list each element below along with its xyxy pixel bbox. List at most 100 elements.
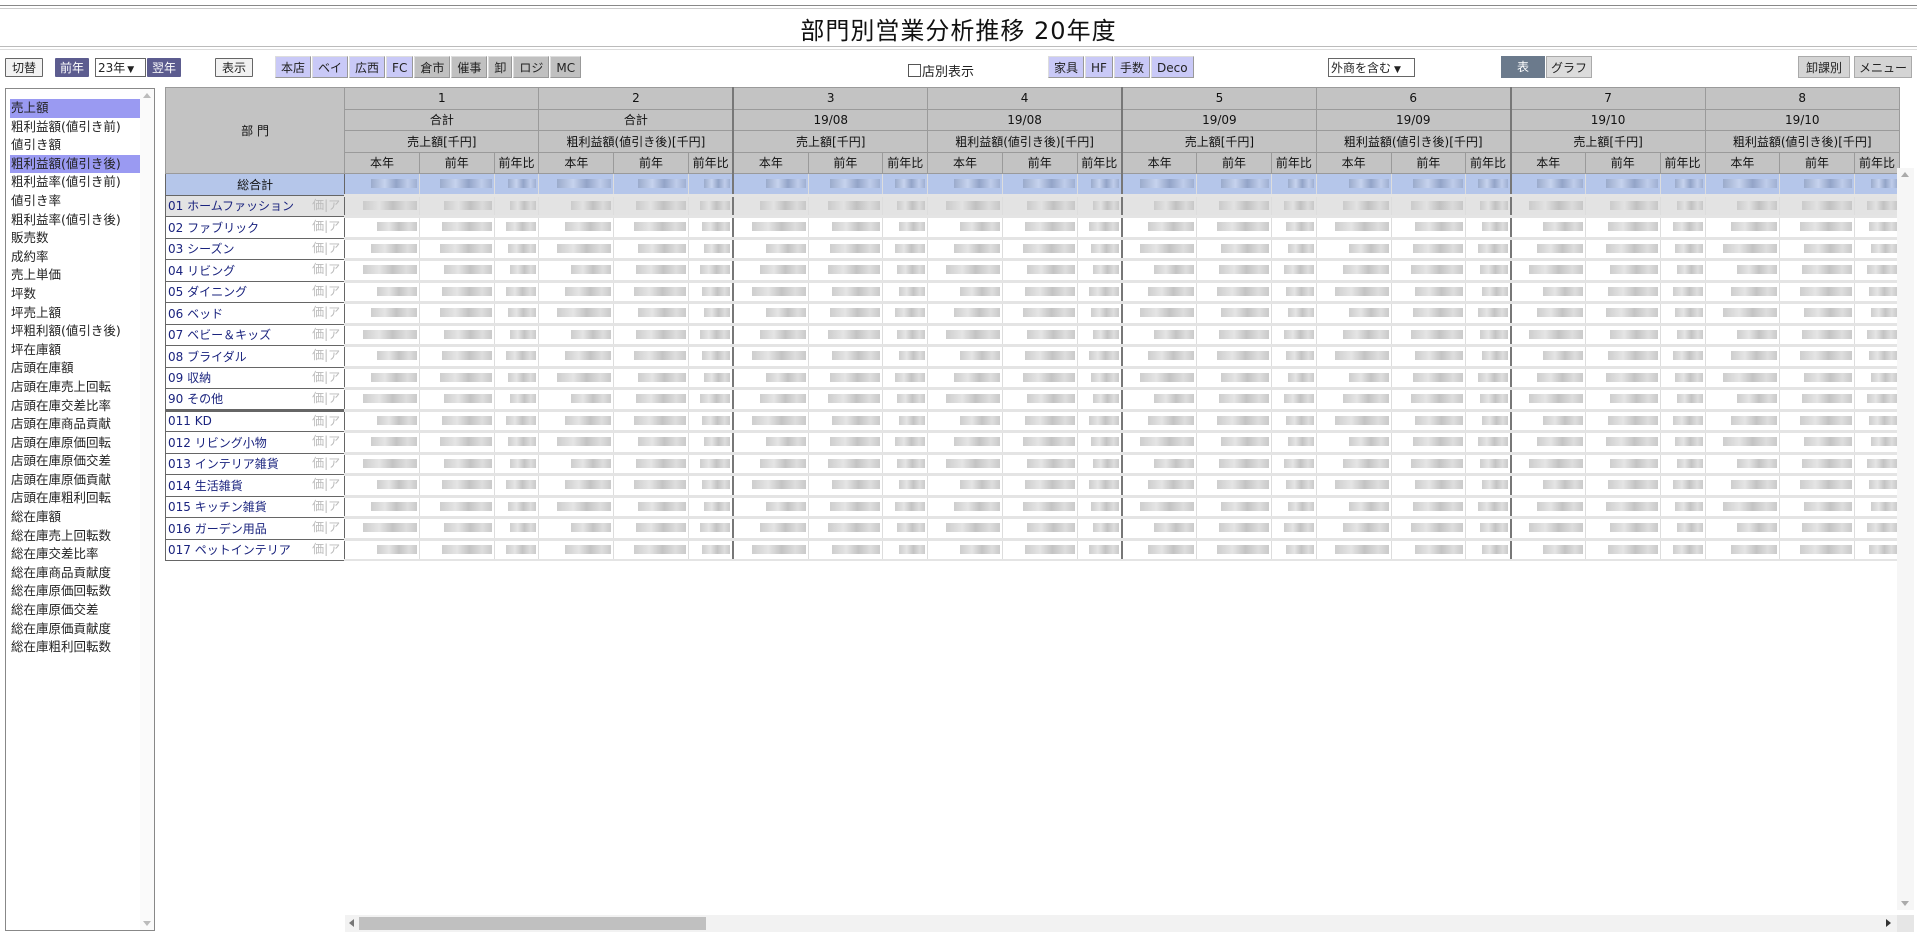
department-name[interactable]: 011 KD [168, 414, 212, 428]
metric-item[interactable]: 粗利益額(値引き後) [10, 154, 142, 174]
area-link[interactable]: ア [328, 477, 340, 491]
store-tab-1[interactable]: ベイ [312, 56, 349, 78]
prev-year-button[interactable]: 前年 [55, 58, 90, 77]
price-link[interactable]: 価 [312, 219, 324, 233]
area-link[interactable]: ア [328, 370, 340, 384]
metric-item[interactable]: 店頭在庫粗利回転 [10, 489, 142, 508]
tab-table[interactable]: 表 [1501, 56, 1545, 78]
scroll-left-icon[interactable] [349, 919, 354, 927]
metric-item[interactable]: 坪数 [10, 285, 142, 304]
department-name[interactable]: 03 シーズン [168, 242, 234, 256]
metric-item[interactable]: 総在庫原価交差 [10, 601, 142, 620]
metric-item[interactable]: 売上単価 [10, 266, 142, 285]
department-name-cell[interactable]: 015 キッチン雑貨 価|ア [165, 495, 346, 518]
department-name-cell[interactable]: 07 ベビー＆キッズ 価|ア [165, 323, 346, 346]
area-link[interactable]: ア [328, 542, 340, 556]
department-name-cell[interactable]: 014 生活雑貨 価|ア [165, 474, 346, 497]
area-link[interactable]: ア [328, 434, 340, 448]
price-area-links[interactable]: 価|ア [312, 368, 340, 385]
department-name[interactable]: 07 ベビー＆キッズ [168, 328, 271, 342]
price-link[interactable]: 価 [312, 327, 324, 341]
store-tab-6[interactable]: 卸 [488, 56, 513, 78]
area-link[interactable]: ア [328, 414, 340, 428]
tab-graph[interactable]: グラフ [1546, 56, 1592, 78]
price-area-links[interactable]: 価|ア [312, 260, 340, 277]
outside-sales-select[interactable]: 外商を含む ▼ [1328, 58, 1415, 77]
metric-item[interactable]: 売上額 [10, 99, 142, 118]
price-area-links[interactable]: 価|ア [312, 413, 340, 429]
department-name-cell[interactable]: 017 ペットインテリア 価|ア [165, 538, 346, 561]
store-tab-4[interactable]: 倉市 [414, 56, 451, 78]
metric-item[interactable]: 総在庫売上回転数 [10, 527, 142, 546]
department-name[interactable]: 01 ホームファッション [168, 199, 294, 213]
store-tab-8[interactable]: MC [550, 56, 582, 78]
department-name[interactable]: 015 キッチン雑貨 [168, 500, 267, 514]
department-name-cell[interactable]: 09 収納 価|ア [165, 366, 346, 389]
price-link[interactable]: 価 [312, 305, 324, 319]
price-area-links[interactable]: 価|ア [312, 325, 340, 342]
price-area-links[interactable]: 価|ア [312, 540, 340, 557]
metric-item[interactable]: 総在庫粗利回転数 [10, 638, 142, 657]
department-name-cell[interactable]: 90 その他 価|ア [165, 388, 346, 411]
price-area-links[interactable]: 価|ア [312, 497, 340, 514]
area-link[interactable]: ア [328, 456, 340, 470]
price-area-links[interactable]: 価|ア [312, 432, 340, 449]
price-area-links[interactable]: 価|ア [312, 389, 340, 406]
menu-button[interactable]: メニュー [1854, 56, 1912, 78]
area-link[interactable]: ア [328, 327, 340, 341]
price-link[interactable]: 価 [312, 262, 324, 276]
department-name-cell[interactable]: 013 インテリア雑貨 価|ア [165, 452, 346, 475]
store-tab-7[interactable]: ロジ [513, 56, 550, 78]
metric-item[interactable]: 店頭在庫原価交差 [10, 452, 142, 471]
area-link[interactable]: ア [328, 262, 340, 276]
department-name-cell[interactable]: 011 KD 価|ア [165, 408, 346, 432]
table-horizontal-scrollbar[interactable] [345, 915, 1897, 932]
metric-item[interactable]: 成約率 [10, 248, 142, 267]
department-name-cell[interactable]: 08 ブライダル 価|ア [165, 345, 346, 368]
department-name[interactable]: 017 ペットインテリア [168, 543, 291, 557]
price-area-links[interactable]: 価|ア [312, 282, 340, 299]
next-year-button[interactable]: 翌年 [147, 58, 182, 77]
department-name[interactable]: 02 ファブリック [168, 221, 259, 235]
department-name-cell[interactable]: 01 ホームファッション 価|ア [165, 194, 346, 217]
area-link[interactable]: ア [328, 305, 340, 319]
scroll-up-icon[interactable] [143, 93, 151, 98]
metric-item[interactable]: 値引き額 [10, 136, 142, 155]
metric-item[interactable]: 販売数 [10, 229, 142, 248]
metric-item[interactable]: 粗利益率(値引き前) [10, 173, 142, 192]
metric-item[interactable]: 店頭在庫額 [10, 359, 142, 378]
department-name[interactable]: 08 ブライダル [168, 350, 247, 364]
store-tab-2[interactable]: 広西 [349, 56, 386, 78]
department-name[interactable]: 013 インテリア雑貨 [168, 457, 279, 471]
department-name[interactable]: 04 リビング [168, 264, 235, 278]
scroll-up-icon[interactable] [1901, 172, 1909, 177]
price-area-links[interactable]: 価|ア [312, 196, 340, 213]
price-area-links[interactable]: 価|ア [312, 475, 340, 492]
category-tab-2[interactable]: 手数 [1113, 56, 1150, 78]
display-button[interactable]: 表示 [215, 58, 254, 77]
area-link[interactable]: ア [328, 219, 340, 233]
metric-item[interactable]: 総在庫原価回転数 [10, 582, 142, 601]
area-link[interactable]: ア [328, 284, 340, 298]
area-link[interactable]: ア [328, 348, 340, 362]
metric-item[interactable]: 値引き率 [10, 192, 142, 211]
scroll-down-icon[interactable] [143, 921, 151, 926]
department-name-cell[interactable]: 03 シーズン 価|ア [165, 237, 346, 260]
area-link[interactable]: ア [328, 499, 340, 513]
metric-item[interactable]: 粗利益額(値引き前) [10, 118, 142, 137]
price-link[interactable]: 価 [312, 477, 324, 491]
area-link[interactable]: ア [328, 391, 340, 405]
metric-item[interactable]: 総在庫商品貢献度 [10, 564, 142, 583]
switch-button[interactable]: 切替 [5, 58, 44, 77]
price-link[interactable]: 価 [312, 241, 324, 255]
price-link[interactable]: 価 [312, 284, 324, 298]
metric-item[interactable]: 粗利益率(値引き後) [10, 211, 142, 230]
metric-list-scrollbar[interactable] [140, 89, 154, 930]
price-link[interactable]: 価 [312, 198, 324, 212]
department-name[interactable]: 90 その他 [168, 392, 223, 406]
price-area-links[interactable]: 価|ア [312, 217, 340, 234]
scroll-right-icon[interactable] [1886, 919, 1891, 927]
price-link[interactable]: 価 [312, 542, 324, 556]
metric-item[interactable]: 総在庫交差比率 [10, 545, 142, 564]
metric-item[interactable]: 総在庫原価貢献度 [10, 620, 142, 639]
